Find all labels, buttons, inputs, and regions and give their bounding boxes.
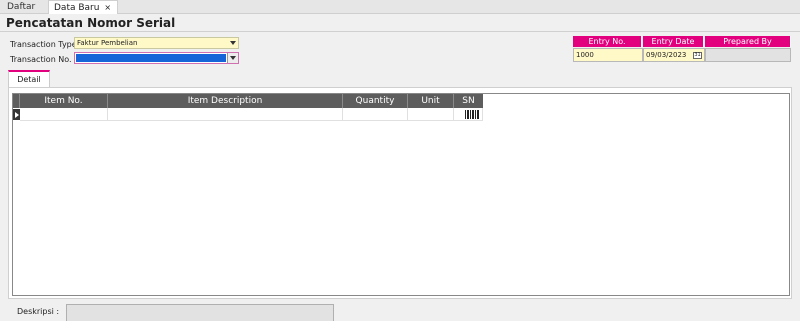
detail-grid[interactable]: Item No. Item Description Quantity Unit …: [12, 93, 790, 296]
tab-daftar[interactable]: Daftar: [2, 0, 40, 14]
entry-no-header: Entry No.: [573, 36, 642, 47]
row-indicator-header: [13, 94, 20, 108]
description-label: Deskripsi :: [17, 307, 60, 316]
entry-no-field[interactable]: 1000: [573, 48, 643, 62]
page-title: Pencatatan Nomor Serial: [6, 16, 176, 30]
tab-data-baru[interactable]: Data Baru ×: [48, 0, 118, 14]
column-unit[interactable]: Unit: [408, 94, 454, 108]
table-row[interactable]: [13, 108, 483, 121]
tab-detail[interactable]: Detail: [8, 70, 50, 88]
tab-daftar-label: Daftar: [7, 2, 36, 12]
document-tab-bar: Daftar Data Baru ×: [0, 0, 800, 14]
calendar-icon[interactable]: 31: [693, 52, 702, 59]
cell-item-no[interactable]: [20, 108, 108, 121]
tab-data-baru-label: Data Baru: [54, 3, 100, 13]
column-item-description[interactable]: Item Description: [108, 94, 343, 108]
row-pointer-icon: [13, 109, 20, 120]
column-item-no[interactable]: Item No.: [20, 94, 108, 108]
cell-item-description[interactable]: [108, 108, 343, 121]
column-quantity[interactable]: Quantity: [343, 94, 408, 108]
prepared-by-header: Prepared By: [705, 36, 791, 47]
chevron-down-icon: [230, 56, 236, 60]
entry-date-header: Entry Date: [643, 36, 704, 47]
title-divider: [0, 31, 800, 32]
detail-panel: Item No. Item Description Quantity Unit …: [8, 87, 792, 299]
transaction-type-select[interactable]: Faktur Pembelian: [74, 37, 239, 49]
chevron-down-icon[interactable]: [230, 41, 236, 45]
transaction-no-label: Transaction No.: [10, 55, 72, 64]
barcode-icon[interactable]: [465, 110, 479, 119]
transaction-no-select[interactable]: [74, 52, 239, 64]
transaction-type-value: Faktur Pembelian: [77, 39, 138, 47]
cell-quantity[interactable]: [343, 108, 408, 121]
dropdown-button[interactable]: [227, 53, 238, 63]
close-icon[interactable]: ×: [104, 3, 111, 12]
grid-header: Item No. Item Description Quantity Unit …: [13, 94, 483, 108]
transaction-type-label: Transaction Type: [10, 40, 77, 49]
transaction-no-value: [76, 54, 226, 62]
description-field: [66, 304, 334, 321]
prepared-by-field: [705, 48, 791, 62]
cell-unit[interactable]: [408, 108, 454, 121]
entry-date-field[interactable]: 09/03/2023 31: [643, 48, 705, 62]
entry-date-value: 09/03/2023: [646, 51, 687, 59]
column-sn[interactable]: SN: [454, 94, 483, 108]
